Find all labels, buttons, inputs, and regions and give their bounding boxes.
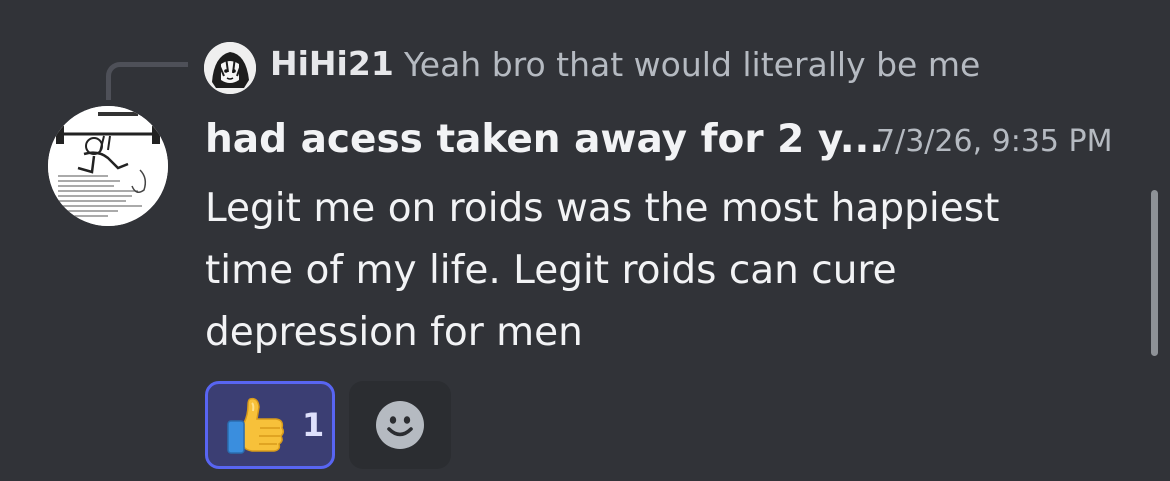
author-avatar[interactable] [48,106,168,226]
message-line: Legit me on roids was the most happiest [205,186,1000,231]
reaction-thumbs-up[interactable]: 1 [205,381,335,469]
reply-author-name[interactable]: HiHi21 [270,44,394,83]
add-reaction-button[interactable] [349,381,451,469]
author-username[interactable]: had acess taken away for 2 y... [205,117,884,162]
smiley-add-reaction-icon [376,401,424,449]
message-content: Legit me on roids was the most happiest … [205,178,1085,364]
manga-avatar-icon [204,42,256,94]
thumbs-up-icon [227,397,285,454]
reaction-count: 1 [302,406,325,444]
scrollbar-thumb[interactable] [1151,190,1158,356]
workout-sketch-avatar-icon [48,106,168,226]
reply-preview-text[interactable]: Yeah bro that would literally be me [404,45,980,84]
message-line: time of my life. Legit roids can cure [205,248,897,293]
reply-avatar[interactable] [204,42,256,94]
message-timestamp: 7/3/26, 9:35 PM [876,124,1113,159]
reply-connector-line [106,62,188,100]
message-view: HiHi21 Yeah bro that would literally be … [0,0,1170,481]
message-line: depression for men [205,310,583,355]
